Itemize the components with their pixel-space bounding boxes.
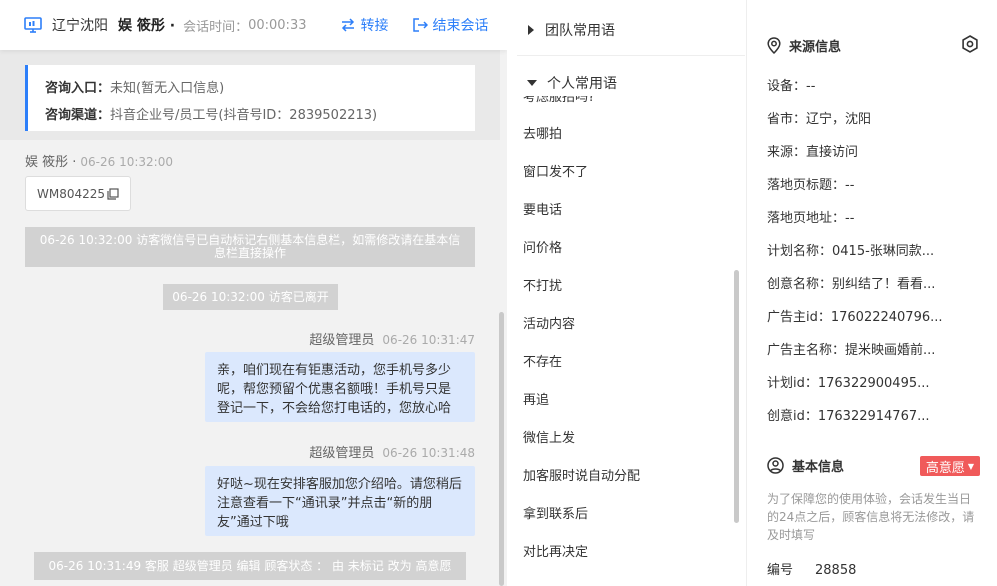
caret-right-icon [528, 25, 534, 35]
phrase-item[interactable]: 微信上发 [523, 427, 575, 446]
phrase-item[interactable]: 对比再决定 [523, 541, 588, 560]
phrase-item[interactable]: 再追 [523, 389, 549, 408]
intent-status-label: 高意愿 [925, 460, 965, 476]
edit-notice: 为了保障您的使用体验，会话发生当日的24点之后，顾客信息将无法修改，请及时填写 [767, 492, 975, 542]
system-message: 06-26 10:32:00 访客微信号已自动标记右侧基本信息栏，如需修改请在基… [25, 227, 475, 267]
session-time-label: 会话时间： [183, 19, 249, 35]
visitor-number-value: 28858 [815, 563, 857, 578]
phrase-item[interactable]: 窗口发不了 [523, 161, 588, 180]
agent-message-meta: 超级管理员 06-26 10:31:47 [309, 329, 475, 348]
entry-key: 咨询入口： [45, 81, 111, 96]
info-row-plan-id: 计划id：176322900495... [767, 376, 930, 391]
personal-phrases-group[interactable]: 个人常用语 [527, 73, 617, 93]
info-row-province: 省市：辽宁，沈阳 [767, 112, 872, 127]
transfer-label: 转接 [360, 18, 389, 34]
phrase-item[interactable]: 不打扰 [523, 275, 562, 294]
monitor-icon [24, 17, 42, 33]
intent-status-dropdown[interactable]: 高意愿 ▼ [920, 456, 980, 476]
phrase-item[interactable]: 要电话 [523, 199, 562, 218]
visitor-number-label: 编号 [767, 563, 794, 578]
consult-source-card: 咨询入口：未知(暂无入口信息) 咨询渠道：抖音企业号/员工号(抖音号ID：283… [25, 65, 475, 131]
info-row-creative-id: 创意id：176322914767... [767, 409, 930, 424]
phrase-item[interactable]: 活动内容 [523, 313, 575, 332]
agent-message-time: 06-26 10:31:47 [382, 333, 475, 347]
chat-scrollbar[interactable] [499, 312, 504, 586]
visitor-info-panel: 来源信息 设备：-- 省市：辽宁，沈阳 来源：直接访问 落地页标题：-- 落地页… [748, 0, 997, 586]
source-info-title: 来源信息 [789, 40, 842, 55]
info-row-creative-name: 创意名称：别纠结了！看看... [767, 277, 936, 292]
info-row-advertiser-id: 广告主id：176022240796... [767, 310, 943, 325]
phrase-item[interactable]: 不存在 [523, 351, 562, 370]
system-message: 06-26 10:32:00 访客已离开 [163, 284, 338, 310]
exit-icon [413, 18, 429, 32]
location-pin-icon [767, 37, 781, 54]
settings-icon[interactable] [961, 35, 979, 53]
team-phrases-group[interactable]: 团队常用语 [527, 20, 615, 40]
phrase-scrollbar[interactable] [734, 270, 739, 523]
system-message: 06-26 10:31:49 客服 超级管理员 编辑 顾客状态 ： 由 未标记 … [34, 552, 466, 580]
personal-phrases-label: 个人常用语 [547, 76, 617, 92]
channel-key: 咨询渠道： [45, 108, 111, 123]
phrase-list: 考虑服招吗? 去哪拍 窗口发不了 要电话 问价格 不打扰 活动内容 不存在 再追… [523, 96, 733, 586]
end-session-button[interactable]: 结束会话 [412, 15, 488, 35]
team-phrases-label: 团队常用语 [545, 23, 615, 39]
caret-down-icon [527, 80, 537, 86]
entry-value: 未知(暂无入口信息) [110, 81, 225, 96]
divider [517, 55, 745, 56]
info-row-landing-title: 落地页标题：-- [767, 178, 855, 193]
agent-message-time: 06-26 10:31:48 [382, 446, 475, 460]
phrase-item[interactable]: 去哪拍 [523, 123, 562, 142]
agent-message-bubble: 亲，咱们现在有钜惠活动，您手机号多少呢，帮您预留个优惠名额哦！手机号只是登记一下… [205, 352, 475, 422]
visitor-message-time: 06-26 10:32:00 [80, 155, 173, 169]
info-row-source: 来源：直接访问 [767, 145, 859, 160]
visitor-message-name: 娱 筱彤 · [25, 155, 77, 170]
visitor-message-meta: 娱 筱彤 · 06-26 10:32:00 [25, 151, 173, 170]
phrase-item[interactable]: 拿到联系后 [523, 503, 588, 522]
transfer-icon [342, 18, 355, 32]
wechat-id-text: WM804225 [36, 186, 106, 201]
chat-header: 辽宁沈阳 娱 筱彤 · 会话时间： 00:00:33 转接 结束会话 [0, 0, 507, 50]
chat-panel: 辽宁沈阳 娱 筱彤 · 会话时间： 00:00:33 转接 结束会话 咨询入口：… [0, 0, 507, 586]
agent-name: 超级管理员 [309, 333, 375, 348]
phrase-item[interactable]: 考虑服招吗? [523, 96, 595, 105]
phrase-item[interactable]: 加客服时说自动分配 [523, 465, 640, 484]
caret-down-icon: ▼ [967, 461, 975, 471]
channel-value: 抖音企业号/员工号(抖音号ID：2839502213) [110, 108, 378, 123]
agent-message-meta: 超级管理员 06-26 10:31:48 [309, 442, 475, 461]
info-row-device: 设备：-- [767, 79, 816, 94]
info-row-landing-url: 落地页地址：-- [767, 211, 855, 226]
phrase-item[interactable]: 问价格 [523, 237, 562, 256]
session-time-value: 00:00:33 [248, 17, 307, 33]
user-circle-icon [767, 457, 784, 474]
end-session-label: 结束会话 [432, 18, 489, 34]
info-row-advertiser-name: 广告主名称：提米映画婚前... [767, 343, 936, 358]
basic-info-header: 基本信息 [767, 456, 844, 475]
info-row-plan-name: 计划名称：0415-张琳同款... [767, 244, 935, 259]
basic-info-title: 基本信息 [792, 460, 845, 475]
transfer-button[interactable]: 转接 [340, 15, 388, 35]
visitor-location: 辽宁沈阳 [52, 18, 108, 34]
agent-name: 超级管理员 [309, 446, 375, 461]
copy-icon[interactable] [107, 187, 119, 200]
visitor-name: 娱 筱彤 · [118, 18, 176, 34]
source-info-header: 来源信息 [767, 36, 841, 55]
visitor-number-row: 编号 28858 [767, 559, 856, 578]
common-phrases-panel: 团队常用语 个人常用语 考虑服招吗? 去哪拍 窗口发不了 要电话 问价格 不打扰… [507, 0, 747, 586]
wechat-id-chip[interactable]: WM804225 [25, 176, 131, 211]
agent-message-bubble: 好哒~现在安排客服加您介绍哈。请您稍后注意查看一下“通讯录”并点击“新的朋友”通… [205, 466, 475, 536]
